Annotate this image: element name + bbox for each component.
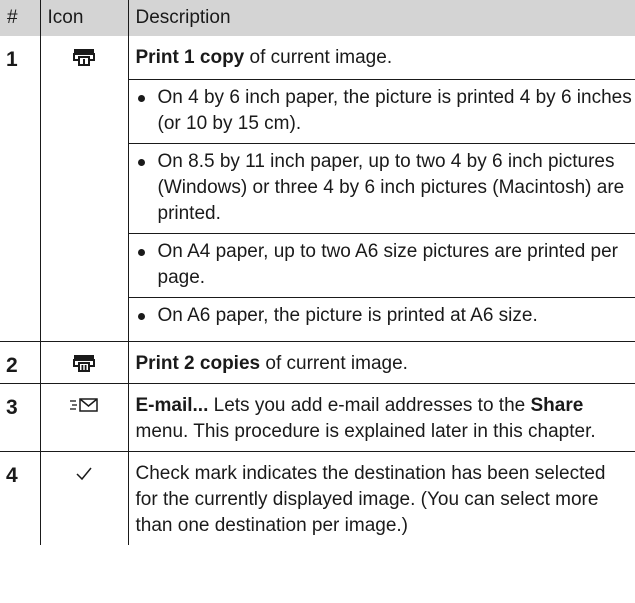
row-number: 2 [0,341,40,384]
bullet-item: On A6 paper, the picture is printed at A… [128,297,635,335]
table-row: 4 Check mark indicates the destination h… [0,451,635,545]
print-one-copy-icon [73,49,95,66]
header-icon: Icon [39,0,128,36]
description-text: of current image. [260,353,408,374]
print-two-copies-icon [73,355,95,372]
description-text: of current image. [244,47,393,68]
row-description: E-mail... Lets you add e-mail addresses … [127,383,635,452]
term-print-2-copies: Print 2 copies [135,353,261,374]
table-row: 1 Print 1 copy of current image. On 4 by… [0,36,635,342]
term-print-1-copy: Print 1 copy [135,47,245,68]
bullet-list: On 4 by 6 inch paper, the picture is pri… [128,79,635,335]
row-description: Check mark indicates the destination has… [127,451,635,545]
row-number: 4 [6,464,18,487]
email-icon [70,398,98,412]
header-row: # Icon Description [0,0,635,36]
row-number: 3 [0,383,40,452]
description-text: Lets you add e-mail addresses to the [208,395,531,416]
header-number: # [0,0,40,36]
term-email: E-mail... [135,395,209,416]
check-mark-icon [76,467,92,481]
bullet-item: On A4 paper, up to two A6 size pictures … [128,233,635,297]
table-row: 2 Print 2 copies of current image. [0,341,635,384]
header-description: Description [127,0,635,36]
table-row: 3 E-mail... Lets you add e-mail addresse… [0,383,635,452]
row-number: 1 [0,36,40,342]
description-text: menu. This procedure is explained later … [135,421,596,442]
row-description: Print 2 copies of current image. [127,341,635,384]
bullet-item: On 8.5 by 11 inch paper, up to two 4 by … [128,143,635,233]
term-share: Share [530,395,584,416]
row-description: Print 1 copy of current image. On 4 by 6… [127,36,635,342]
icon-description-table: # Icon Description 1 Print 1 copy of cur… [0,0,635,545]
bullet-item: On 4 by 6 inch paper, the picture is pri… [128,79,635,143]
